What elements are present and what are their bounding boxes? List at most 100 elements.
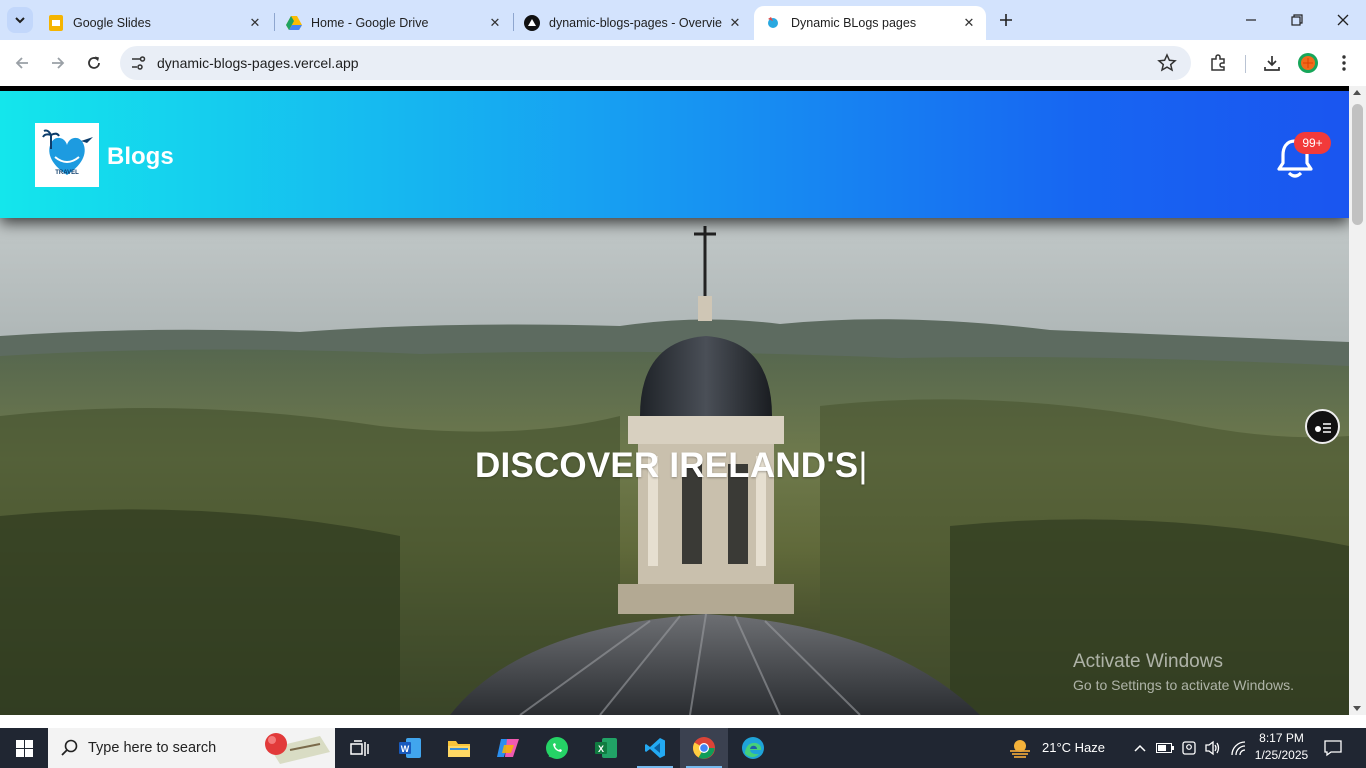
address-bar[interactable]: dynamic-blogs-pages.vercel.app bbox=[120, 46, 1191, 80]
taskbar-excel[interactable]: X bbox=[582, 728, 630, 768]
search-placeholder: Type here to search bbox=[88, 740, 217, 756]
back-button[interactable] bbox=[10, 51, 34, 75]
system-clock[interactable]: 8:17 PM 1/25/2025 bbox=[1254, 730, 1309, 764]
more-vertical-icon bbox=[1342, 55, 1346, 71]
puzzle-icon bbox=[1211, 54, 1225, 71]
close-tab-icon[interactable]: ✕ bbox=[960, 14, 978, 32]
battery-status[interactable] bbox=[1154, 728, 1176, 768]
task-view-button[interactable] bbox=[336, 728, 384, 768]
notification-center-icon bbox=[1324, 740, 1342, 757]
watermark-title: Activate Windows bbox=[1073, 651, 1223, 672]
google-drive-icon bbox=[286, 15, 302, 31]
watermark-subtitle: Go to Settings to activate Windows. bbox=[1073, 677, 1294, 693]
scroll-down-arrow-icon[interactable] bbox=[1353, 706, 1361, 711]
typing-cursor: | bbox=[858, 446, 868, 485]
minimize-button[interactable] bbox=[1228, 0, 1274, 40]
url-text[interactable]: dynamic-blogs-pages.vercel.app bbox=[157, 55, 359, 71]
minimize-icon bbox=[1246, 19, 1256, 21]
copilot-icon bbox=[497, 739, 519, 757]
svg-text:X: X bbox=[598, 744, 604, 754]
chevron-up-icon bbox=[1134, 744, 1146, 752]
whatsapp-icon bbox=[546, 737, 568, 759]
close-window-button[interactable] bbox=[1320, 0, 1366, 40]
activate-windows-watermark: Activate Windows Go to Settings to activ… bbox=[1073, 651, 1294, 693]
notification-center-button[interactable] bbox=[1316, 728, 1350, 768]
arrow-right-icon bbox=[52, 57, 65, 69]
forward-button[interactable] bbox=[46, 51, 70, 75]
tab-title: Dynamic BLogs pages bbox=[791, 16, 917, 30]
extensions-button[interactable] bbox=[1207, 52, 1229, 74]
taskbar-file-explorer[interactable] bbox=[435, 728, 483, 768]
site-favicon bbox=[766, 15, 782, 31]
edge-icon bbox=[742, 737, 764, 759]
meet-now-button[interactable] bbox=[1178, 728, 1200, 768]
tab-search-button[interactable] bbox=[7, 7, 33, 33]
logo-text: TRAVEL bbox=[55, 170, 79, 176]
restore-button[interactable] bbox=[1274, 0, 1320, 40]
taskbar-vscode[interactable] bbox=[631, 728, 679, 768]
hero-title: DISCOVER IRELAND'S| bbox=[475, 446, 868, 486]
taskbar-search-box[interactable]: Type here to search bbox=[48, 728, 335, 768]
tab-google-slides[interactable]: Google Slides ✕ bbox=[36, 6, 272, 40]
close-tab-icon[interactable]: ✕ bbox=[726, 14, 744, 32]
bookmark-star-icon[interactable] bbox=[1157, 53, 1177, 73]
reload-icon bbox=[88, 56, 100, 69]
chevron-down-icon bbox=[15, 17, 25, 24]
tab-vercel-overview[interactable]: dynamic-blogs-pages - Overvie ✕ bbox=[512, 6, 752, 40]
weather-widget-icon[interactable] bbox=[1000, 728, 1040, 768]
menu-list-icon bbox=[1314, 422, 1331, 433]
tab-google-drive[interactable]: Home - Google Drive ✕ bbox=[274, 6, 512, 40]
page-scrollbar[interactable] bbox=[1349, 86, 1366, 715]
tab-title: Google Slides bbox=[73, 16, 151, 30]
notification-count-badge: 99+ bbox=[1294, 132, 1331, 154]
taskbar-whatsapp[interactable] bbox=[533, 728, 581, 768]
plus-icon bbox=[1000, 14, 1012, 26]
scroll-thumb[interactable] bbox=[1352, 104, 1363, 225]
close-tab-icon[interactable]: ✕ bbox=[246, 14, 264, 32]
volume-button[interactable] bbox=[1202, 728, 1224, 768]
search-icon bbox=[61, 739, 78, 756]
arrow-left-icon bbox=[15, 57, 28, 69]
taskbar-edge[interactable] bbox=[729, 728, 777, 768]
speaker-icon bbox=[1205, 740, 1220, 756]
download-icon bbox=[1264, 56, 1280, 71]
chrome-menu-button[interactable] bbox=[1333, 52, 1355, 74]
site-header: TRAVEL Blogs 99+ bbox=[0, 91, 1349, 218]
profile-button[interactable] bbox=[1297, 52, 1319, 74]
brand-title[interactable]: Blogs bbox=[107, 143, 174, 171]
show-hidden-icons-button[interactable] bbox=[1130, 728, 1150, 768]
chrome-icon bbox=[693, 737, 715, 759]
scroll-up-arrow-icon[interactable] bbox=[1353, 90, 1361, 95]
restore-icon bbox=[1291, 14, 1303, 26]
taskbar-word[interactable]: W bbox=[386, 728, 434, 768]
site-info-icon[interactable] bbox=[129, 54, 147, 72]
page-viewport: TRAVEL Blogs 99+ DISCOVER IRELAND'S| Act… bbox=[0, 86, 1349, 715]
tab-title: dynamic-blogs-pages - Overvie bbox=[549, 16, 722, 30]
tab-dynamic-blogs[interactable]: Dynamic BLogs pages ✕ bbox=[754, 6, 986, 40]
folder-icon bbox=[448, 741, 470, 757]
browser-toolbar: dynamic-blogs-pages.vercel.app bbox=[0, 40, 1366, 86]
travel-logo-image: TRAVEL bbox=[42, 129, 93, 176]
search-highlight-image bbox=[265, 733, 330, 764]
svg-text:W: W bbox=[401, 744, 410, 754]
site-logo[interactable]: TRAVEL bbox=[35, 123, 99, 187]
camera-icon bbox=[1182, 741, 1196, 755]
start-button[interactable] bbox=[0, 728, 48, 768]
vercel-icon bbox=[524, 15, 540, 31]
excel-icon: X bbox=[595, 738, 617, 758]
clock-date: 1/25/2025 bbox=[1254, 748, 1309, 762]
taskbar-copilot[interactable] bbox=[484, 728, 532, 768]
haze-weather-icon bbox=[1010, 740, 1030, 758]
downloads-button[interactable] bbox=[1261, 52, 1283, 74]
reload-button[interactable] bbox=[82, 51, 106, 75]
new-tab-button[interactable] bbox=[996, 10, 1016, 30]
vscode-icon bbox=[645, 738, 665, 758]
close-tab-icon[interactable]: ✕ bbox=[486, 14, 504, 32]
weather-text[interactable]: 21°C Haze bbox=[1042, 740, 1105, 755]
floating-menu-button[interactable] bbox=[1305, 409, 1340, 444]
network-button[interactable] bbox=[1227, 728, 1249, 768]
toolbar-separator bbox=[1245, 55, 1246, 73]
wifi-icon bbox=[1231, 741, 1246, 756]
battery-icon bbox=[1156, 743, 1174, 753]
taskbar-chrome[interactable] bbox=[680, 728, 728, 768]
